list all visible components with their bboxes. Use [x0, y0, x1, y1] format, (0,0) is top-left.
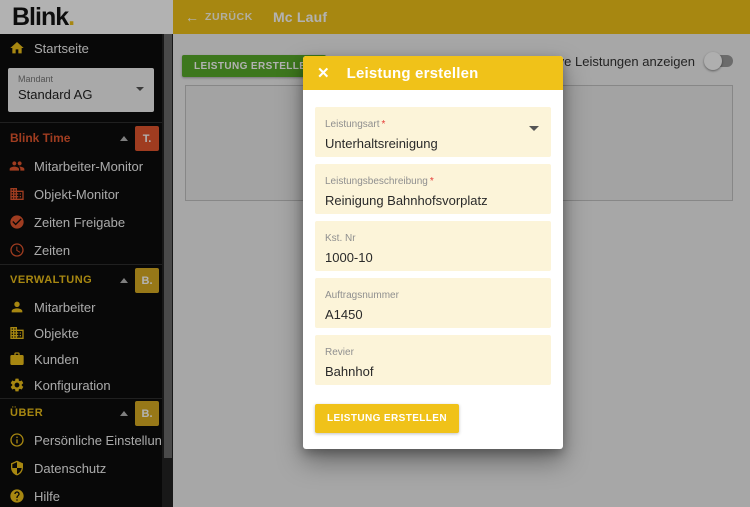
field-value: Reinigung Bahnhofsvorplatz: [325, 193, 541, 208]
leistungsart-select[interactable]: Leistungsart* Unterhaltsreinigung: [315, 107, 551, 157]
required-marker: *: [381, 119, 385, 130]
field-value: A1450: [325, 307, 541, 322]
auftragsnummer-input[interactable]: Auftragsnummer A1450: [315, 278, 551, 328]
modal-body: Leistungsart* Unterhaltsreinigung Leistu…: [303, 90, 563, 449]
field-label: Auftragsnummer: [325, 290, 399, 301]
close-icon[interactable]: ✕: [317, 66, 330, 81]
field-value: Bahnhof: [325, 364, 541, 379]
field-label: Leistungsbeschreibung: [325, 176, 428, 187]
field-label: Leistungsart: [325, 119, 379, 130]
field-label: Kst. Nr: [325, 233, 356, 244]
revier-input[interactable]: Revier Bahnhof: [315, 335, 551, 385]
field-value: Unterhaltsreinigung: [325, 136, 541, 151]
field-label: Revier: [325, 347, 354, 358]
create-service-modal: ✕ Leistung erstellen Leistungsart* Unter…: [303, 56, 563, 449]
chevron-down-icon: [529, 126, 539, 131]
kst-nr-input[interactable]: Kst. Nr 1000-10: [315, 221, 551, 271]
required-marker: *: [430, 176, 434, 187]
field-value: 1000-10: [325, 250, 541, 265]
submit-create-service-button[interactable]: LEISTUNG ERSTELLEN: [315, 404, 459, 433]
leistungsbeschreibung-input[interactable]: Leistungsbeschreibung* Reinigung Bahnhof…: [315, 164, 551, 214]
modal-title: Leistung erstellen: [347, 65, 479, 82]
modal-header: ✕ Leistung erstellen: [303, 56, 563, 90]
